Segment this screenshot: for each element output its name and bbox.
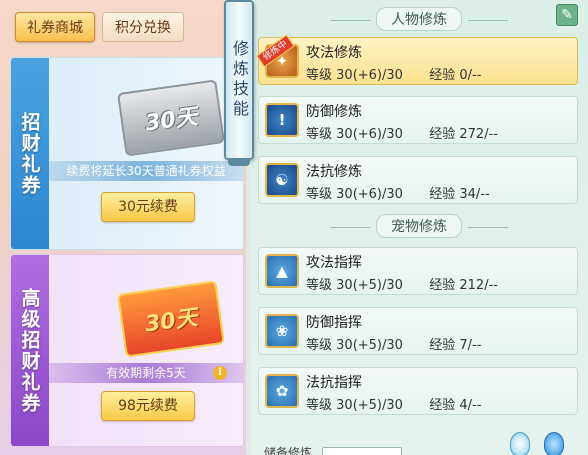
- paw-icon: ❀: [265, 314, 299, 348]
- card-side-label: 招财礼券: [11, 58, 49, 249]
- info-icon[interactable]: i: [213, 366, 227, 380]
- shield-icon: !: [265, 103, 299, 137]
- skill-row-magic-resist[interactable]: ☯ 法抗修炼 等级 30(+6)/30 经验 34/--: [258, 156, 578, 204]
- blue-flame-potion-icon[interactable]: [544, 432, 564, 455]
- pizza-slice-icon: ▲: [265, 254, 299, 288]
- skill-name: 攻法修炼: [306, 45, 362, 61]
- reserve-training-field[interactable]: [322, 447, 402, 455]
- skill-name: 防御修炼: [306, 104, 362, 120]
- skill-row-pet-magic-resist[interactable]: ✿ 法抗指挥 等级 30(+5)/30 经验 4/--: [258, 367, 578, 415]
- renew-98-button[interactable]: 98元续费: [101, 391, 195, 421]
- card-title: 高级招财礼券: [18, 287, 41, 414]
- skill-stats: 等级 30(+6)/30 经验 272/--: [306, 127, 498, 142]
- cultivation-skills-panel: ✎ 人物修炼 ✦ 修炼中 攻法修炼 等级 30(+6)/30 经验 0/-- !…: [250, 0, 588, 455]
- voucher-card-premium: 高级招财礼券 30天 有效期剩余5天 i 98元续费: [10, 254, 244, 447]
- gift-shop-panel: 礼券商城 积分兑换 招财礼券 30天 续费将延长30天普通礼券权益 30元续费 …: [0, 0, 246, 455]
- skill-name: 法抗修炼: [306, 164, 362, 180]
- skill-stats: 等级 30(+5)/30 经验 4/--: [306, 398, 482, 413]
- skill-stats: 等级 30(+6)/30 经验 34/--: [306, 187, 490, 202]
- card-title: 招财礼券: [18, 111, 41, 196]
- skill-stats: 等级 30(+6)/30 经验 0/--: [306, 68, 482, 83]
- tab-voucher-shop[interactable]: 礼券商城: [15, 12, 95, 42]
- skill-name: 防御指挥: [306, 315, 362, 331]
- skill-row-attack-magic[interactable]: ✦ 修炼中 攻法修炼 等级 30(+6)/30 经验 0/--: [256, 34, 578, 85]
- skill-stats: 等级 30(+5)/30 经验 7/--: [306, 338, 482, 353]
- voucher-card-basic: 招财礼券 30天 续费将延长30天普通礼券权益 30元续费: [10, 57, 244, 250]
- skill-name: 法抗指挥: [306, 375, 362, 391]
- renew-30-button[interactable]: 30元续费: [101, 192, 195, 222]
- reserve-training-label: 储备修炼: [264, 446, 313, 455]
- card-side-label: 高级招财礼券: [11, 255, 49, 446]
- tab-points-exchange[interactable]: 积分兑换: [102, 12, 184, 42]
- skill-row-pet-attack[interactable]: ▲ 攻法指挥 等级 30(+5)/30 经验 212/--: [258, 247, 578, 295]
- paw-shield-icon: ✿: [265, 374, 299, 408]
- potion-icon[interactable]: [510, 432, 530, 455]
- skill-name: 攻法指挥: [306, 255, 362, 271]
- yin-yang-shield-icon: ☯: [265, 163, 299, 197]
- skill-stats: 等级 30(+5)/30 经验 212/--: [306, 278, 498, 293]
- card-note: 有效期剩余5天 i: [49, 363, 243, 383]
- voucher-ticket-icon: 30天: [117, 79, 225, 157]
- section-title-character: 人物修炼: [250, 7, 588, 31]
- skill-row-pet-defense[interactable]: ❀ 防御指挥 等级 30(+5)/30 经验 7/--: [258, 307, 578, 355]
- skill-row-defense[interactable]: ! 防御修炼 等级 30(+6)/30 经验 272/--: [258, 96, 578, 144]
- cultivation-scroll-tab[interactable]: 修炼技能: [224, 0, 254, 160]
- voucher-ticket-icon: 30天: [117, 280, 225, 358]
- card-note: 续费将延长30天普通礼券权益: [49, 161, 243, 181]
- section-title-pet: 宠物修炼: [250, 214, 588, 238]
- scroll-tab-cap: [228, 158, 250, 166]
